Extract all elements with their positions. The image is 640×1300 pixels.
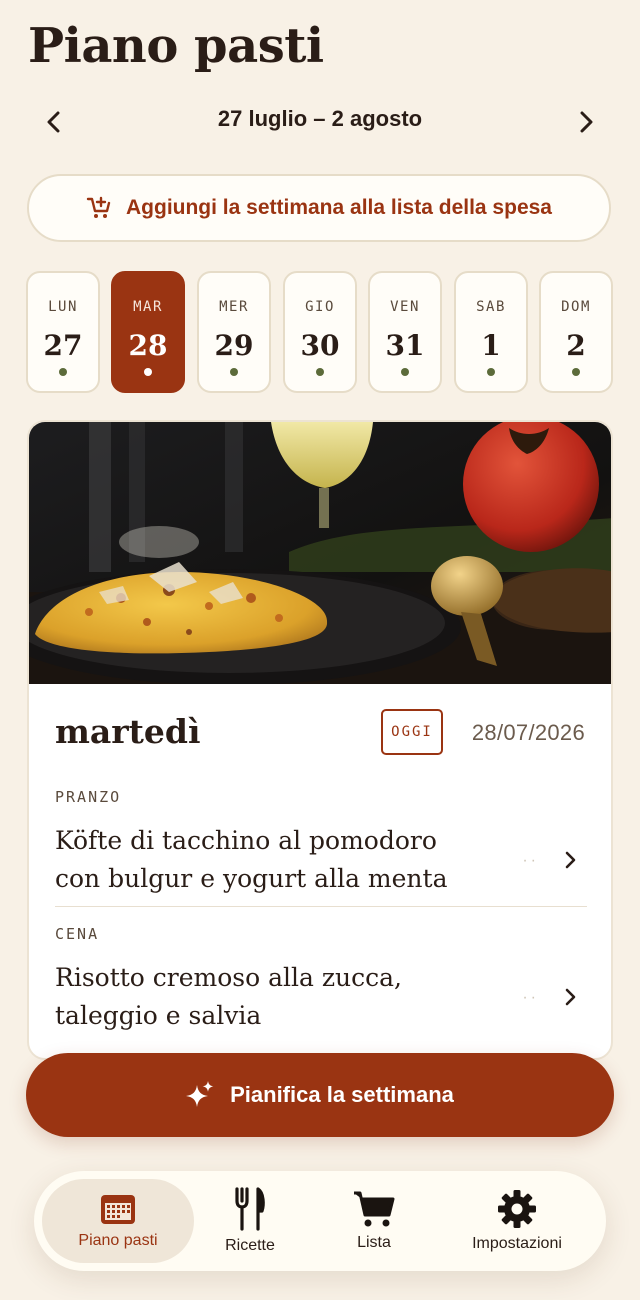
page-title: Piano pasti — [28, 18, 324, 74]
calendar-icon — [101, 1195, 135, 1224]
drag-handle-icon: ·· — [522, 852, 539, 869]
day-chip-weekday: VEN — [390, 299, 420, 315]
day-chip-weekday: GIO — [305, 299, 335, 315]
day-chip-number: 30 — [300, 329, 340, 362]
tab-ricette[interactable]: Ricette — [196, 1179, 304, 1263]
day-chip-mer[interactable]: MER 29 — [197, 271, 271, 393]
day-chip-sab[interactable]: SAB 1 — [454, 271, 528, 393]
day-chip-number: 2 — [566, 329, 586, 362]
day-chip-lun[interactable]: LUN 27 — [26, 271, 100, 393]
day-chip-weekday: SAB — [476, 299, 506, 315]
add-week-to-shopping-list-button[interactable]: Aggiungi la settimana alla lista della s… — [27, 174, 611, 242]
meal-label-cena: CENA — [55, 925, 100, 943]
sparkles-icon — [186, 1081, 214, 1107]
day-planned-dot — [401, 368, 409, 376]
meal-label-pranzo: PRANZO — [55, 788, 122, 806]
drag-handle-icon: ·· — [522, 989, 539, 1006]
meal-divider — [55, 906, 587, 907]
day-chip-gio[interactable]: GIO 30 — [283, 271, 357, 393]
day-chip-number: 31 — [385, 329, 425, 362]
tab-label: Ricette — [225, 1237, 275, 1254]
selected-day-name: martedì — [55, 712, 201, 751]
day-chip-weekday: MAR — [133, 299, 163, 315]
meal-title: Risotto cremoso alla zucca, taleggio e s… — [55, 963, 402, 1030]
tab-piano-pasti[interactable]: Piano pasti — [42, 1179, 194, 1263]
tab-lista[interactable]: Lista — [318, 1179, 430, 1263]
selected-day-date: 28/07/2026 — [471, 720, 585, 745]
week-range-label: 27 luglio – 2 agosto — [217, 106, 423, 131]
bottom-tab-bar: Piano pasti Ricette Lista Impostazioni — [34, 1171, 606, 1271]
meal-item-pranzo[interactable]: Köfte di tacchino al pomodoro con bulgur… — [55, 822, 587, 906]
plan-week-button-label: Pianifica la settimana — [230, 1082, 454, 1107]
today-badge: OGGI — [381, 709, 443, 755]
chevron-right-icon — [580, 111, 593, 133]
tab-label: Lista — [357, 1234, 391, 1251]
fork-knife-icon — [235, 1187, 265, 1231]
day-chip-number: 1 — [481, 329, 501, 362]
tab-label: Piano pasti — [78, 1232, 158, 1249]
day-chip-weekday: MER — [219, 299, 249, 315]
day-planned-dot — [144, 368, 152, 376]
day-planned-dot — [316, 368, 324, 376]
tab-label: Impostazioni — [472, 1235, 562, 1252]
day-chip-number: 29 — [214, 329, 254, 362]
meal-title: Köfte di tacchino al pomodoro con bulgur… — [55, 826, 448, 893]
add-week-button-label: Aggiungi la settimana alla lista della s… — [126, 196, 552, 219]
day-selector: LUN 27 MAR 28 MER 29 GIO 30 VEN 31 SAB 1… — [26, 271, 614, 393]
day-planned-dot — [487, 368, 495, 376]
plan-week-button[interactable]: Pianifica la settimana — [26, 1053, 614, 1137]
day-planned-dot — [572, 368, 580, 376]
day-chip-ven[interactable]: VEN 31 — [368, 271, 442, 393]
day-chip-mar[interactable]: MAR 28 — [111, 271, 185, 393]
day-chip-weekday: LUN — [48, 299, 78, 315]
day-chip-dom[interactable]: DOM 2 — [539, 271, 613, 393]
day-chip-weekday: DOM — [561, 299, 591, 315]
gear-icon — [498, 1190, 536, 1228]
week-navigation: 27 luglio – 2 agosto — [0, 98, 640, 144]
day-planned-dot — [59, 368, 67, 376]
tab-impostazioni[interactable]: Impostazioni — [444, 1179, 590, 1263]
chevron-right-icon — [565, 851, 576, 869]
meal-hero-image — [29, 422, 611, 684]
next-week-button[interactable] — [566, 102, 606, 142]
day-detail-card: martedì OGGI 28/07/2026 PRANZO Köfte di … — [27, 420, 613, 1060]
chevron-right-icon — [565, 988, 576, 1006]
meal-item-cena[interactable]: Risotto cremoso alla zucca, taleggio e s… — [55, 959, 587, 1043]
cart-plus-icon — [86, 196, 111, 218]
day-planned-dot — [230, 368, 238, 376]
shopping-cart-icon — [354, 1191, 395, 1227]
day-chip-number: 27 — [43, 329, 83, 362]
day-chip-number: 28 — [128, 329, 168, 362]
